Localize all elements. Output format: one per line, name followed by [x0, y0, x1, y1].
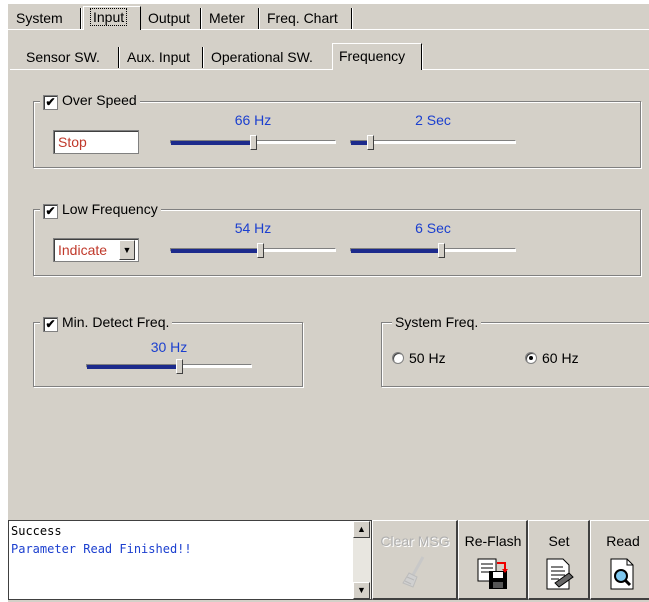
min-detect-legend: ✔ Min. Detect Freq. — [40, 314, 173, 332]
tab-meter[interactable]: Meter — [203, 8, 258, 28]
over-speed-delay-slider-track[interactable] — [350, 140, 516, 145]
tab-divider — [80, 8, 82, 29]
set-label: Set — [548, 533, 570, 549]
tab-divider — [200, 8, 202, 29]
min-detect-slider-thumb[interactable] — [176, 359, 183, 374]
min-detect-label: Min. Detect Freq. — [62, 314, 170, 330]
tab-input[interactable]: Input — [83, 6, 141, 30]
over-speed-action-field[interactable]: Stop — [53, 130, 139, 154]
over-speed-checkbox[interactable]: ✔ — [43, 95, 58, 110]
low-frequency-freq-value: 54 Hz — [234, 220, 272, 236]
radio-dot — [529, 356, 533, 360]
read-button[interactable]: Read — [590, 520, 649, 600]
clear-msg-label: Clear MSG — [380, 533, 450, 549]
tab-freq-chart[interactable]: Freq. Chart — [261, 8, 351, 28]
low-frequency-label: Low Frequency — [62, 201, 158, 217]
slider-fill — [171, 249, 260, 253]
tab-output[interactable]: Output — [142, 8, 200, 28]
subtab-divider — [202, 47, 204, 68]
broom-icon — [402, 556, 425, 588]
subtab-sensor-sw[interactable]: Sensor SW. — [20, 47, 118, 67]
low-frequency-legend: ✔ Low Frequency — [40, 201, 161, 219]
low-frequency-freq-slider-track[interactable] — [170, 248, 336, 253]
subtab-divider — [118, 47, 120, 68]
chevron-down-icon[interactable]: ▼ — [119, 240, 135, 260]
document-search-icon — [610, 558, 634, 590]
slider-fill — [351, 249, 441, 253]
subtab-operational-sw[interactable]: Operational SW. — [205, 47, 330, 67]
set-button[interactable]: Set — [528, 520, 590, 600]
radio-50hz[interactable] — [392, 352, 404, 364]
re-flash-label: Re-Flash — [464, 533, 522, 549]
tab-divider — [351, 8, 353, 29]
flash-disk-icon — [477, 558, 508, 589]
radio-50hz-label: 50 Hz — [409, 350, 446, 366]
scroll-down-icon[interactable]: ▼ — [353, 582, 370, 599]
subtab-divider — [421, 45, 423, 69]
over-speed-legend: ✔ Over Speed — [40, 92, 140, 110]
subtab-strip-line — [10, 69, 649, 70]
low-frequency-delay-slider-thumb[interactable] — [438, 243, 445, 258]
read-label: Read — [606, 533, 640, 549]
re-flash-button[interactable]: Re-Flash — [458, 520, 528, 600]
over-speed-freq-value: 66 Hz — [234, 112, 272, 128]
clear-msg-button[interactable]: Clear MSG — [372, 520, 458, 600]
low-frequency-delay-slider-track[interactable] — [350, 248, 516, 253]
low-frequency-checkbox[interactable]: ✔ — [43, 204, 58, 219]
over-speed-label: Over Speed — [62, 92, 137, 108]
tab-system[interactable]: System — [10, 8, 80, 28]
message-line-status: Success — [11, 524, 62, 538]
over-speed-freq-slider-thumb[interactable] — [250, 135, 257, 150]
min-detect-checkbox[interactable]: ✔ — [43, 317, 58, 332]
tab-divider — [258, 8, 260, 29]
slider-fill — [87, 365, 179, 369]
subtab-frequency[interactable]: Frequency — [332, 43, 422, 70]
radio-60hz[interactable] — [525, 352, 537, 364]
low-frequency-delay-value: 6 Sec — [415, 220, 451, 236]
slider-fill — [171, 141, 253, 145]
system-freq-label: System Freq. — [392, 314, 482, 330]
subtab-aux-input[interactable]: Aux. Input — [121, 47, 202, 67]
min-detect-slider-track[interactable] — [86, 364, 252, 369]
scroll-up-icon[interactable]: ▲ — [353, 521, 370, 538]
message-line-detail: Parameter Read Finished!! — [11, 542, 192, 556]
low-frequency-freq-slider-thumb[interactable] — [257, 243, 264, 258]
over-speed-delay-value: 2 Sec — [415, 112, 451, 128]
radio-60hz-label: 60 Hz — [542, 350, 579, 366]
message-log[interactable]: Success Parameter Read Finished!! ▲ ▼ — [8, 520, 372, 600]
min-detect-value: 30 Hz — [150, 339, 188, 355]
document-write-icon — [546, 558, 574, 590]
over-speed-delay-slider-thumb[interactable] — [367, 135, 374, 150]
